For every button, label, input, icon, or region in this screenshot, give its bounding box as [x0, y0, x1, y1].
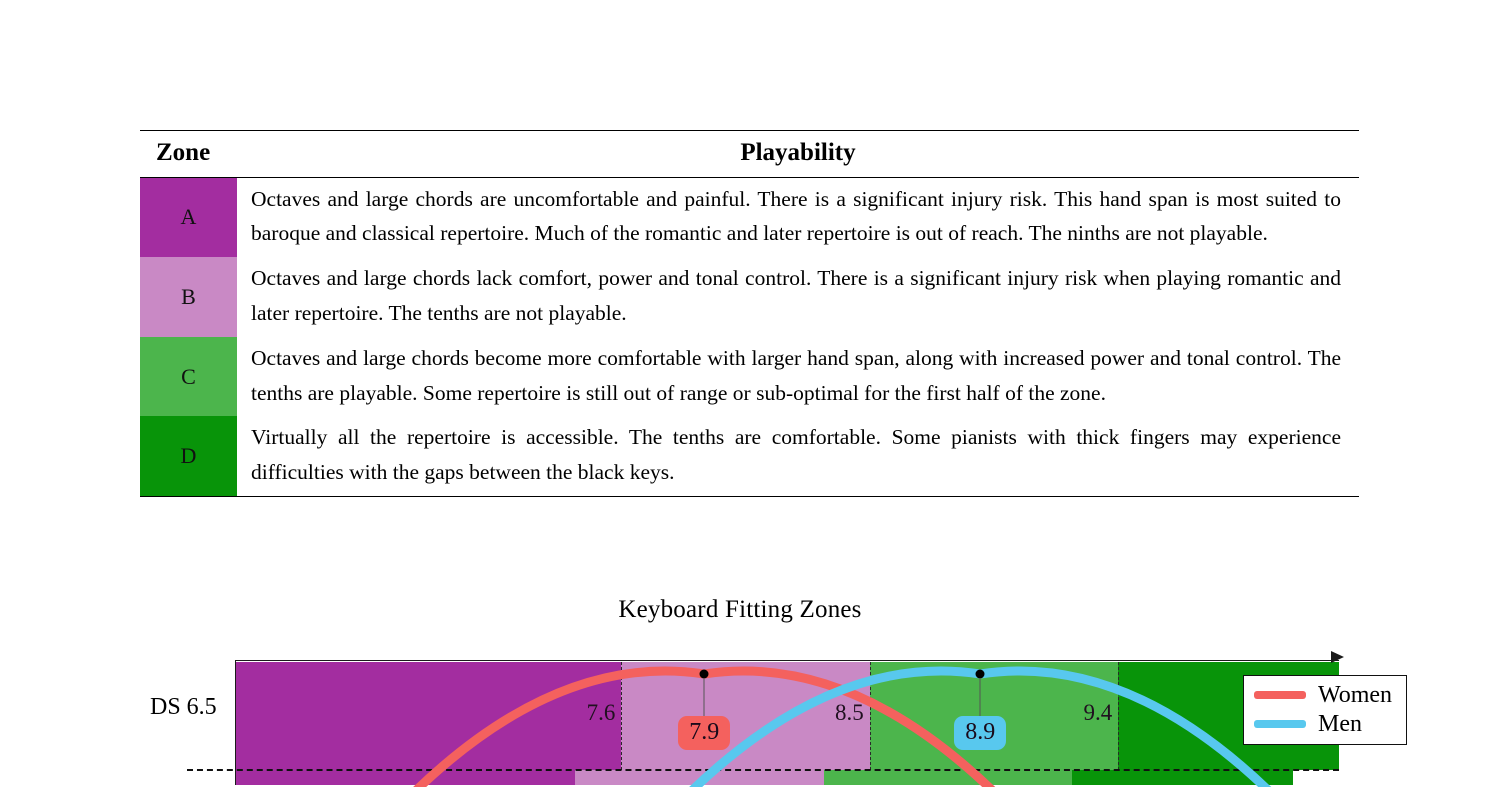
zone-band-row2-c — [823, 770, 1073, 785]
zone-divider — [1118, 662, 1120, 770]
playability-cell: Octaves and large chords are uncomfortab… — [237, 178, 1359, 258]
zone-band-row2-a — [235, 770, 622, 785]
legend-label: Men — [1318, 711, 1362, 737]
legend-item-women[interactable]: Women — [1254, 683, 1392, 707]
axis-left — [235, 660, 236, 785]
tick-label-7.6: 7.6 — [586, 700, 616, 725]
peak-value-chip-women: 7.9 — [678, 716, 731, 751]
peak-value-chip-men: 8.9 — [954, 716, 1007, 751]
zone-letter: B — [181, 283, 196, 309]
playability-text: Octaves and large chords become more com… — [251, 345, 1341, 405]
zone-band-b — [621, 662, 870, 770]
zone-divider — [869, 662, 871, 770]
peak-stem-women — [703, 678, 705, 716]
table-body-table: A Octaves and large chords are uncomforta… — [140, 177, 1359, 497]
keyboard-fitting-zones-chart: Keyboard Fitting Zones DS 6.5 7.6 8.5 9.4 … — [140, 596, 1408, 787]
legend-swatch-women — [1254, 691, 1306, 699]
chart-row-label-ds: DS 6.5 — [150, 694, 217, 720]
baseline-dashed-rule — [187, 769, 1339, 771]
playability-text: Virtually all the repertoire is accessib… — [251, 425, 1341, 485]
table-header-row: Zone Playability — [140, 131, 1359, 177]
chart-legend: Women Men — [1243, 675, 1408, 745]
peak-stem-men — [979, 678, 981, 716]
zone-swatch-cell: A — [140, 177, 237, 258]
table-row: B Octaves and large chords lack comfort, … — [140, 257, 1359, 337]
chart-plot-area: 7.6 8.5 9.4 7.9 8.9 Women Men — [187, 651, 1408, 787]
zone-swatch-cell: B — [140, 257, 237, 337]
legend-item-men[interactable]: Men — [1254, 712, 1392, 736]
table-body: A Octaves and large chords are uncomforta… — [140, 177, 1359, 497]
table-row: A Octaves and large chords are uncomforta… — [140, 177, 1359, 258]
table-head: Zone Playability — [140, 131, 1359, 177]
zone-letter: C — [181, 363, 196, 389]
zone-band-row2-b — [575, 770, 824, 785]
playability-cell: Octaves and large chords lack comfort, p… — [237, 257, 1359, 337]
legend-label: Women — [1318, 682, 1393, 708]
table-row: D Virtually all the repertoire is accessi… — [140, 416, 1359, 497]
tick-label-8.5: 8.5 — [835, 700, 864, 725]
zone-playability-table: Zone Playability A Octaves and large chor… — [140, 130, 1359, 498]
playability-cell: Virtually all the repertoire is accessib… — [237, 416, 1359, 496]
zone-band-row2-d — [1072, 770, 1293, 785]
playability-text: Octaves and large chords are uncomfortab… — [251, 186, 1341, 246]
table: Zone Playability — [140, 131, 1359, 177]
chart-title: Keyboard Fitting Zones — [618, 596, 862, 623]
zone-swatch-cell: C — [140, 336, 237, 417]
zone-swatch-cell: D — [140, 416, 237, 497]
tick-label-9.4: 9.4 — [1083, 700, 1113, 725]
table-bottom-rule — [140, 496, 1359, 498]
table-row: C Octaves and large chords become more co… — [140, 336, 1359, 417]
column-header-zone: Zone — [156, 139, 211, 166]
column-header-playability: Playability — [740, 139, 856, 166]
zone-letter: A — [180, 204, 197, 230]
zone-letter: D — [180, 443, 197, 469]
legend-swatch-men — [1254, 720, 1306, 728]
axis-arrow-icon — [1331, 651, 1344, 663]
axis-top — [235, 660, 1339, 661]
zone-divider — [621, 662, 623, 770]
playability-text: Octaves and large chords lack comfort, p… — [251, 266, 1341, 325]
zone-band-a — [235, 662, 622, 770]
playability-cell: Octaves and large chords become more com… — [237, 337, 1359, 417]
